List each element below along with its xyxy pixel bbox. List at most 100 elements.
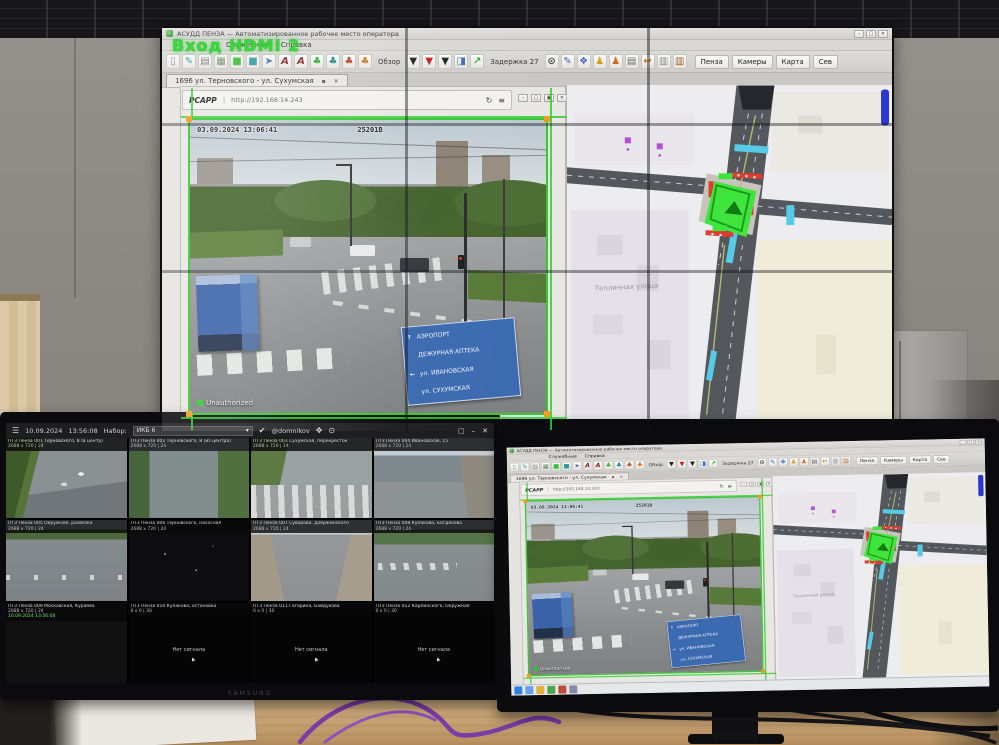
toolbar-icon[interactable]: ♣ xyxy=(358,54,372,69)
current-user[interactable]: @domnikov xyxy=(271,427,309,435)
window-control-button[interactable]: ▢ xyxy=(968,440,975,445)
tab-close-icon[interactable]: ✕ xyxy=(620,475,623,479)
toolbar-icon[interactable]: ♣ xyxy=(625,461,634,470)
toolbar-icon[interactable]: ✎ xyxy=(182,54,196,69)
toolbar-icon[interactable]: ▯ xyxy=(510,463,519,472)
tab-close-icon[interactable]: ✕ xyxy=(334,78,339,85)
toolbar-icon[interactable]: ❖ xyxy=(778,458,787,467)
nav-button[interactable]: Пенза xyxy=(856,456,879,465)
magnifier-icon[interactable]: ⊙ xyxy=(328,426,335,435)
toolbar-icon[interactable]: ▼ xyxy=(406,54,420,69)
camera-tile[interactable]: ПТЗ Пенза 004 Ивановская, 15 2688 x 720 … xyxy=(374,438,495,518)
toolbar-icon[interactable]: ▤ xyxy=(625,54,639,69)
check-icon[interactable]: ✔ xyxy=(259,426,266,435)
taskbar-icon[interactable] xyxy=(536,686,544,694)
camera-tile[interactable]: ПТЗ Пенза 002 Терновского, 8 (из центра)… xyxy=(129,438,250,518)
window-control-button[interactable]: ▢ xyxy=(866,30,876,38)
window-control-button[interactable]: – xyxy=(960,440,967,445)
tab-pin-icon[interactable]: ▪ xyxy=(322,78,326,85)
toolbar-icon[interactable]: ♣ xyxy=(342,54,356,69)
pcapp-url[interactable]: http://192.168.14.243 xyxy=(231,96,479,104)
toolbar-icon[interactable]: ■ xyxy=(551,462,560,471)
corner-handle[interactable] xyxy=(186,411,192,417)
taskbar-icon[interactable] xyxy=(569,685,577,693)
toolbar-icon[interactable]: ◨ xyxy=(454,54,468,69)
camera-tile[interactable]: ПТЗ Пенза 012 Карпинского, Окружная 0 x … xyxy=(374,603,495,683)
toolbar-icon[interactable]: A xyxy=(278,54,292,69)
toolbar-icon[interactable]: ■ xyxy=(246,54,260,69)
window-control-button[interactable]: ✕ xyxy=(878,30,888,38)
camera-tile[interactable]: ПТЗ Пенза 005 Окружная, развязка 2688 x … xyxy=(6,520,127,600)
toolbar-icon[interactable]: ➤ xyxy=(572,462,581,471)
vms-window-control[interactable]: – xyxy=(472,427,476,435)
corner-handle[interactable] xyxy=(761,669,765,673)
nav-button[interactable]: Пенза xyxy=(695,55,729,69)
toolbar-icon[interactable]: ♟ xyxy=(609,54,623,69)
nav-button[interactable]: Камеры xyxy=(880,456,907,465)
toolbar-icon[interactable]: ■ xyxy=(562,462,571,471)
toolbar-icon[interactable]: ♣ xyxy=(604,461,613,470)
taskbar-icon[interactable] xyxy=(514,686,522,694)
toolbar-icon[interactable]: ♟ xyxy=(789,457,798,466)
corner-handle[interactable] xyxy=(527,674,531,678)
toolbar-icon[interactable]: ⊙ xyxy=(545,54,559,69)
toolbar-icon[interactable]: ♣ xyxy=(614,461,623,470)
toolbar-icon[interactable]: ▤ xyxy=(531,462,540,471)
taskbar-icon[interactable] xyxy=(547,686,555,694)
toolbar-icon[interactable]: ▼ xyxy=(422,54,436,69)
menu-item[interactable]: Служебные xyxy=(549,454,577,459)
toolbar-icon[interactable]: ❖ xyxy=(577,54,591,69)
map-pane[interactable] xyxy=(566,85,892,430)
toolbar-icon[interactable]: ▥ xyxy=(831,457,840,466)
camera-tile[interactable]: ПТЗ Пенза 010 Кулакова, остановка 0 x 0 … xyxy=(129,603,250,683)
toolbar-icon[interactable]: ◨ xyxy=(698,459,707,468)
toolbar-icon[interactable]: A xyxy=(294,54,308,69)
map-pane[interactable] xyxy=(772,472,989,680)
camera-feed[interactable]: ↑АЭРОПОРТДЕЖУРНАЯ АПТЕКА←ул. ИВАНОВСКАЯу… xyxy=(525,496,764,676)
toolbar-icon[interactable]: ⊙ xyxy=(757,458,766,467)
taskbar-icon[interactable] xyxy=(525,686,533,694)
nav-button[interactable]: Карта xyxy=(909,455,931,464)
toolbar-icon[interactable]: ♣ xyxy=(326,54,340,69)
toolbar-icon[interactable]: ■ xyxy=(230,54,244,69)
camera-tile[interactable]: ПТЗ Пенза 003 Сухумская, перекрёсток 268… xyxy=(251,438,372,518)
hamburger-icon[interactable]: ≡ xyxy=(728,483,732,488)
toolbar-icon[interactable]: A xyxy=(583,461,592,470)
camera-feed[interactable]: ↑АЭРОПОРТДЕЖУРНАЯ АПТЕКА←ул. ИВАНОВСКАЯу… xyxy=(188,118,548,415)
toolbar-icon[interactable]: ▥ xyxy=(841,456,850,465)
toolbar-icon[interactable]: ✎ xyxy=(520,463,529,472)
camera-tile[interactable]: ПТЗ Пенза 001 Терновского, 8 (в центр) 2… xyxy=(6,438,127,518)
nav-button[interactable]: Сев xyxy=(933,455,950,464)
window-control-button[interactable]: – xyxy=(854,30,864,38)
subwindow-control-button[interactable]: – xyxy=(740,482,747,487)
hamburger-menu-icon[interactable]: ☰ xyxy=(12,426,19,435)
tab-pin-icon[interactable]: ▪ xyxy=(612,475,615,479)
taskbar-icon[interactable] xyxy=(558,686,566,694)
corner-handle[interactable] xyxy=(544,116,550,122)
toolbar-icon[interactable]: ♣ xyxy=(310,54,324,69)
traffic-map[interactable] xyxy=(772,472,989,680)
hamburger-icon[interactable]: ≡ xyxy=(498,96,505,105)
nav-button[interactable]: Карта xyxy=(776,55,810,69)
toolbar-icon[interactable]: ▼ xyxy=(438,54,452,69)
toolbar-icon[interactable]: ↗ xyxy=(470,54,484,69)
corner-handle[interactable] xyxy=(544,411,550,417)
toolbar-icon[interactable]: ↗ xyxy=(709,459,718,468)
toolbar-icon[interactable]: A xyxy=(593,461,602,470)
corner-handle[interactable] xyxy=(758,495,762,499)
refresh-icon[interactable]: ↻ xyxy=(719,483,723,488)
pan-icon[interactable]: ✥ xyxy=(316,426,323,435)
toolbar-icon[interactable]: ↩ xyxy=(820,457,829,466)
toolbar-icon[interactable]: ▤ xyxy=(810,457,819,466)
toolbar-icon[interactable]: ▼ xyxy=(677,460,686,469)
toolbar-icon[interactable]: ▦ xyxy=(214,54,228,69)
nav-button[interactable]: Сев xyxy=(813,55,838,69)
subwindow-control-button[interactable]: ▣ xyxy=(544,94,554,102)
camera-tile[interactable]: ПТЗ Пенза 011 Гагарина, Байдукова 0 x 0 … xyxy=(251,603,372,683)
toolbar-icon[interactable]: ✎ xyxy=(561,54,575,69)
corner-handle[interactable] xyxy=(523,499,527,503)
nav-button[interactable]: Камеры xyxy=(732,55,773,69)
toolbar-icon[interactable]: ✎ xyxy=(768,458,777,467)
vms-window-control[interactable]: ▢ xyxy=(458,427,465,435)
subwindow-control-button[interactable]: ▢ xyxy=(749,482,756,487)
